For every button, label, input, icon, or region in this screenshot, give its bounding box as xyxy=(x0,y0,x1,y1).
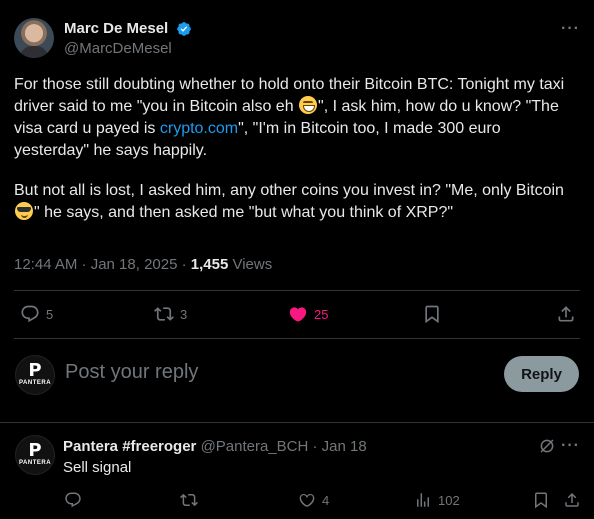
repost-icon xyxy=(180,493,198,507)
bookmark-icon xyxy=(425,305,439,324)
divider xyxy=(14,338,580,339)
sunglasses-face-emoji-icon xyxy=(15,202,33,220)
reply-author[interactable]: Pantera #freeroger @Pantera_BCH · Jan 18 xyxy=(63,438,367,455)
more-options-icon[interactable]: ··· xyxy=(561,20,580,38)
reply-author-name[interactable]: Pantera #freeroger xyxy=(63,438,196,455)
like-action[interactable]: 25 xyxy=(288,304,328,324)
tweet-timestamp[interactable]: 12:44 AM · Jan 18, 2025 · xyxy=(14,256,191,273)
reply-bookmark-action[interactable] xyxy=(532,491,550,509)
bookmark-icon xyxy=(535,492,547,509)
grok-icon[interactable] xyxy=(538,437,556,455)
author-name[interactable]: Marc De Mesel xyxy=(64,20,168,37)
share-icon xyxy=(558,306,574,322)
reply-views-action[interactable]: 102 xyxy=(414,491,460,509)
composer-avatar: P PANTERA xyxy=(15,355,55,395)
share-action[interactable] xyxy=(556,304,576,324)
crypto-link[interactable]: crypto.com xyxy=(160,120,238,137)
reply-repost-action[interactable] xyxy=(180,491,198,509)
reply-like-action[interactable]: 4 xyxy=(298,491,329,509)
author-avatar[interactable] xyxy=(14,18,54,58)
tweet-meta: 12:44 AM · Jan 18, 2025 · 1,455 Views xyxy=(14,256,273,273)
views-count: 1,455 xyxy=(190,256,229,273)
tweet-text: For those still doubting whether to hold… xyxy=(14,76,565,221)
reply-share-action[interactable] xyxy=(563,491,581,509)
grinning-face-emoji-icon xyxy=(299,96,318,114)
reply-more-options-icon[interactable]: ··· xyxy=(561,437,580,455)
analytics-icon xyxy=(417,493,429,507)
reply-reply-action[interactable] xyxy=(64,491,82,509)
reply-icon xyxy=(21,305,39,323)
author-handle[interactable]: @MarcDeMesel xyxy=(64,40,172,57)
reply-action[interactable]: 5 xyxy=(20,304,53,324)
repost-action[interactable]: 3 xyxy=(154,304,187,324)
reply-handle-date[interactable]: @Pantera_BCH · Jan 18 xyxy=(196,438,367,455)
verified-badge-icon xyxy=(177,22,191,36)
reply-icon xyxy=(65,492,81,508)
reply-text: Sell signal xyxy=(63,459,132,476)
divider xyxy=(0,422,594,423)
repost-icon xyxy=(154,307,174,321)
reply-author-avatar[interactable]: P PANTERA xyxy=(15,435,55,475)
heart-filled-icon xyxy=(289,307,307,322)
share-icon xyxy=(565,492,579,507)
heart-icon xyxy=(299,493,315,507)
divider xyxy=(14,290,580,291)
bookmark-action[interactable] xyxy=(422,304,442,324)
reply-button[interactable]: Reply xyxy=(504,356,579,392)
reply-input[interactable]: Post your reply xyxy=(65,361,198,384)
